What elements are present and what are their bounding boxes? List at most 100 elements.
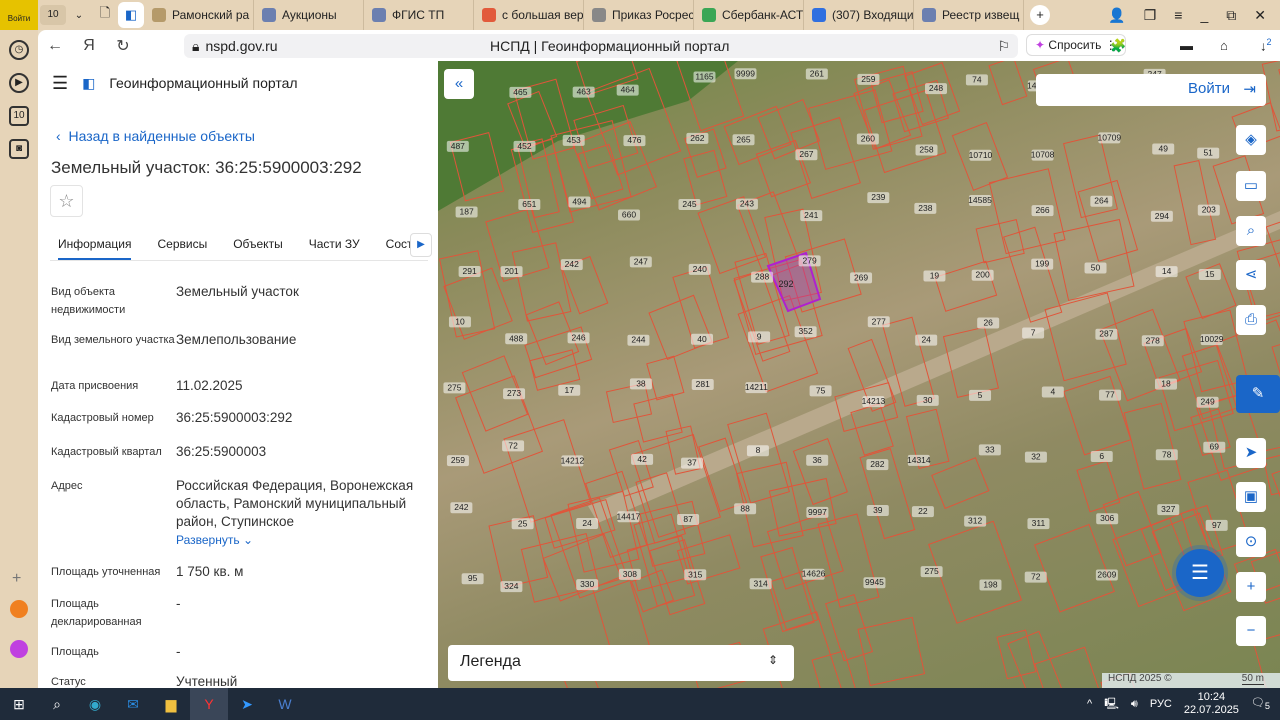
parcel-label[interactable]: 306 — [1100, 513, 1114, 523]
favorite-star-button[interactable]: ☆ — [50, 185, 83, 217]
share-button[interactable]: ⋖ — [1236, 260, 1266, 290]
parcel-label[interactable]: 452 — [517, 141, 531, 151]
parcel-boundary[interactable] — [737, 295, 819, 393]
parcel-label[interactable]: 72 — [508, 440, 518, 450]
alice-icon[interactable] — [10, 640, 28, 658]
parcel-boundary[interactable] — [988, 61, 1028, 106]
browser-tab[interactable]: Рамонский ра — [144, 0, 254, 30]
cadastral-map[interactable]: 292 460465463464116599992612592487414831… — [438, 61, 1280, 688]
parcel-label[interactable]: 7 — [1031, 328, 1036, 338]
parcel-label[interactable]: 72 — [1031, 572, 1041, 582]
parcel-label[interactable]: 264 — [1094, 196, 1108, 206]
parcel-boundary[interactable] — [1053, 218, 1135, 302]
parcel-label[interactable]: 33 — [985, 444, 995, 454]
parcel-label[interactable]: 494 — [572, 196, 586, 206]
parcel-boundary[interactable] — [770, 570, 819, 631]
parcel-label[interactable]: 242 — [565, 259, 579, 269]
url-field[interactable]: 🔒︎ nspd.gov.ru НСПД | Геоинформационный … — [184, 34, 1018, 58]
back-to-results-link[interactable]: ‹ Назад в найденные объекты — [38, 105, 438, 144]
parcel-label[interactable]: 88 — [740, 503, 750, 513]
profile-button[interactable]: Войти — [0, 0, 38, 30]
parcel-label[interactable]: 5 — [978, 390, 983, 400]
parcel-label[interactable]: 324 — [504, 581, 518, 591]
history-icon[interactable]: ◷ — [9, 40, 29, 60]
parcel-label[interactable]: 14212 — [561, 455, 585, 465]
parcel-label[interactable]: 259 — [451, 455, 465, 465]
chevron-down-icon[interactable]: ⌄ — [66, 10, 92, 21]
add-icon[interactable]: + — [12, 570, 21, 588]
parcel-label[interactable]: 14213 — [862, 396, 886, 406]
parcel-boundary[interactable] — [1123, 402, 1182, 490]
browser-tab[interactable]: ФГИС ТП — [364, 0, 474, 30]
parcel-label[interactable]: 287 — [1099, 329, 1113, 339]
parcel-boundary[interactable] — [648, 294, 713, 361]
tabs-count-icon[interactable]: 10 — [9, 106, 29, 126]
tab-count-button[interactable]: 10 — [40, 5, 66, 25]
parcel-label[interactable]: 25 — [518, 518, 528, 528]
parcel-label[interactable]: 203 — [1202, 205, 1216, 215]
parcel-label[interactable]: 19 — [930, 270, 940, 280]
parcel-label[interactable]: 314 — [754, 578, 768, 588]
parcel-label[interactable]: 77 — [1105, 390, 1115, 400]
layers-button[interactable]: ◈ — [1236, 125, 1266, 155]
parcel-label[interactable]: 330 — [580, 579, 594, 589]
parcel-label[interactable]: 238 — [918, 203, 932, 213]
parcel-label[interactable]: 51 — [1203, 148, 1213, 158]
parcel-label[interactable]: 10708 — [1031, 150, 1055, 160]
parcel-boundary[interactable] — [1173, 159, 1217, 246]
parcel-boundary[interactable] — [520, 532, 600, 603]
parcel-label[interactable]: 24 — [582, 518, 592, 528]
parcel-label[interactable]: 273 — [507, 388, 521, 398]
parcel-label[interactable]: 275 — [447, 382, 461, 392]
tab-objects[interactable]: Объекты — [233, 231, 283, 260]
parcel-label[interactable]: 36 — [812, 455, 822, 465]
restore-button[interactable]: ⧉ — [1226, 0, 1236, 30]
parcel-label[interactable]: 352 — [799, 326, 813, 336]
parcel-boundary[interactable] — [817, 513, 880, 608]
edge-icon[interactable]: ◉ — [76, 688, 114, 720]
parcel-label[interactable]: 476 — [627, 135, 641, 145]
parcel-boundary[interactable] — [988, 168, 1066, 255]
yandex-icon[interactable]: Я — [72, 37, 106, 55]
extension-icon[interactable]: 🧩 — [1110, 38, 1126, 54]
browser-tab[interactable]: Приказ Росрес — [584, 0, 694, 30]
parcel-label[interactable]: 17 — [564, 385, 574, 395]
browser-tab[interactable]: (307) Входящи — [804, 0, 914, 30]
close-button[interactable]: ✕ — [1254, 0, 1266, 30]
new-tab-button[interactable]: + — [1030, 5, 1050, 25]
location-pin-button[interactable]: ⊙ — [1236, 527, 1266, 557]
downloads-icon[interactable]: ↓2 — [1260, 37, 1272, 53]
parcel-label[interactable]: 42 — [637, 454, 647, 464]
parcel-boundary[interactable] — [646, 355, 685, 401]
parcel-label[interactable]: 242 — [454, 502, 468, 512]
parcel-label[interactable]: 2609 — [1097, 569, 1116, 579]
parcel-label[interactable]: 97 — [1212, 520, 1222, 530]
parcel-label[interactable]: 9999 — [736, 68, 755, 78]
parcel-label[interactable]: 75 — [816, 385, 826, 395]
parcel-label[interactable]: 18 — [1161, 379, 1171, 389]
print-button[interactable]: ⎙ — [1236, 305, 1266, 335]
network-icon[interactable]: 🖳 — [1104, 695, 1119, 714]
parcel-boundary[interactable] — [639, 500, 706, 567]
parcel-boundary[interactable] — [1076, 460, 1121, 513]
parcel-label[interactable]: 199 — [1035, 259, 1049, 269]
parcel-label[interactable]: 15 — [1205, 269, 1215, 279]
parcel-boundary[interactable] — [1271, 462, 1280, 541]
parcel-boundary[interactable] — [931, 457, 990, 510]
parcel-label[interactable]: 288 — [755, 272, 769, 282]
menu-icon[interactable]: ≡ — [1174, 0, 1182, 30]
parcel-label[interactable]: 32 — [1031, 452, 1041, 462]
bookmark-icon[interactable]: ⚐ — [997, 38, 1010, 55]
minimize-button[interactable]: _ — [1200, 0, 1208, 30]
parcel-label[interactable]: 14211 — [745, 382, 768, 392]
minimap-button[interactable]: ▣ — [1236, 482, 1266, 512]
parcel-label[interactable]: 6 — [1099, 451, 1104, 461]
parcel-label[interactable]: 488 — [509, 333, 523, 343]
parcel-boundary[interactable] — [811, 650, 861, 688]
legend-dropdown[interactable]: Легенда ⇕ — [448, 645, 794, 681]
browser-tab[interactable]: с большая вер — [474, 0, 584, 30]
parcel-label[interactable]: 312 — [968, 516, 982, 526]
parcel-label[interactable]: 465 — [513, 87, 527, 97]
parcel-label[interactable]: 308 — [623, 569, 637, 579]
parcel-label[interactable]: 9997 — [808, 507, 827, 517]
